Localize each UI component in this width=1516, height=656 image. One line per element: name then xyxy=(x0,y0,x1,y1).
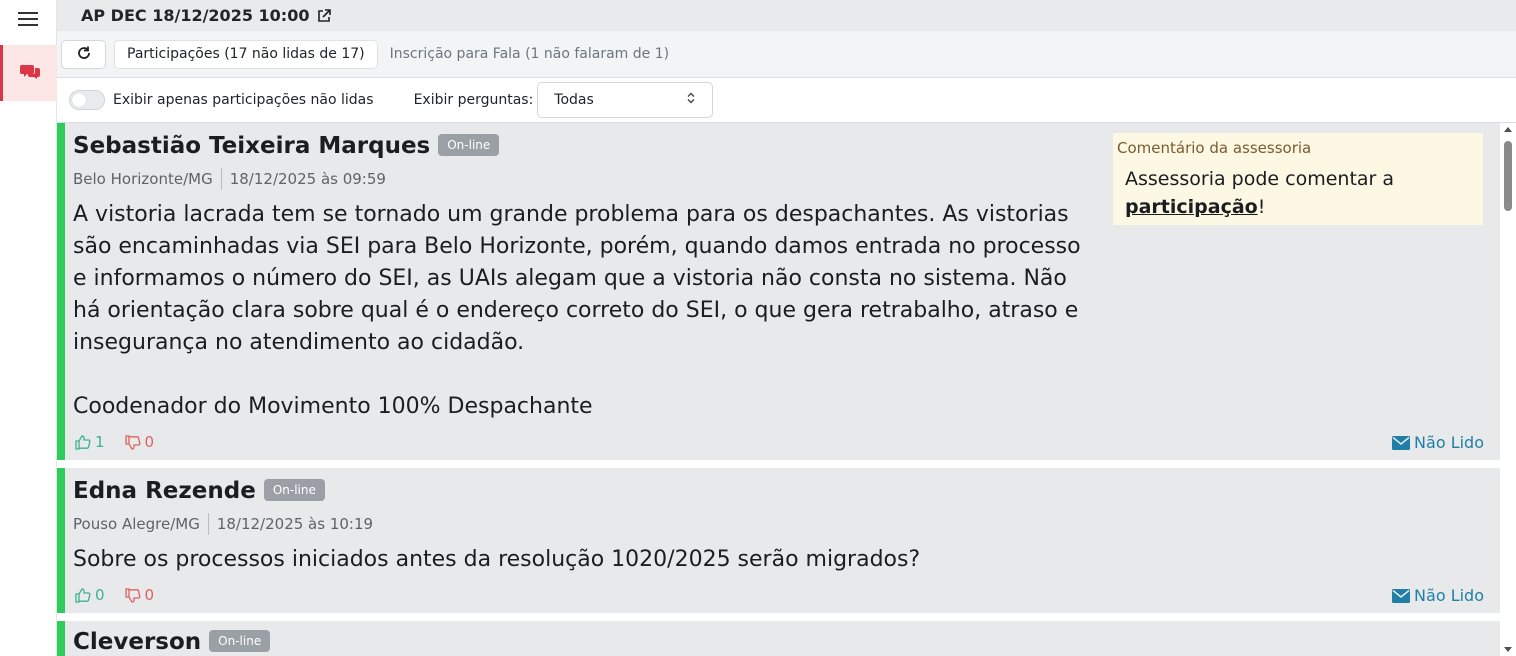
questions-filter-value: Todas xyxy=(554,92,594,108)
advisory-comment-text: Assessoria pode comentar a participação! xyxy=(1125,165,1475,221)
unread-only-toggle[interactable] xyxy=(69,90,105,110)
questions-filter-select[interactable]: Todas xyxy=(537,82,714,118)
participant-name-wrap: Sebastião Teixeira Marques On-line xyxy=(73,133,500,159)
page-header: AP DEC 18/12/2025 10:00 xyxy=(57,0,1516,31)
rail-item-participations[interactable] xyxy=(0,45,57,101)
envelope-icon xyxy=(1392,435,1411,450)
page-title: AP DEC 18/12/2025 10:00 xyxy=(81,6,310,25)
thumbs-up-icon xyxy=(75,434,91,450)
thumbs-down-icon xyxy=(124,434,141,450)
read-status-label: Não Lido xyxy=(1414,586,1484,605)
participant-name-wrap: Cleverson On-line xyxy=(73,629,271,655)
read-status-label: Não Lido xyxy=(1414,433,1484,452)
participant-name: Cleverson xyxy=(73,629,202,655)
like-count: 0 xyxy=(95,586,105,604)
advisory-comment-end: ! xyxy=(1257,196,1266,218)
participation-card: Sebastião Teixeira Marques On-line Belo H… xyxy=(57,123,1500,460)
advisory-comment-box: Comentário da assessoria Assessoria pode… xyxy=(1113,133,1483,225)
meta-divider xyxy=(207,513,209,535)
participant-meta: Pouso Alegre/MG 18/12/2025 às 10:19 xyxy=(73,513,373,535)
online-badge: On-line xyxy=(438,134,500,156)
participant-meta: Belo Horizonte/MG 18/12/2025 às 09:59 xyxy=(73,168,386,190)
tab-bar: Participações (17 não lidas de 17) Inscr… xyxy=(57,31,1516,78)
dislike-button[interactable]: 0 xyxy=(124,433,155,451)
participant-name: Sebastião Teixeira Marques xyxy=(73,133,431,159)
questions-filter-label: Exibir perguntas: xyxy=(413,92,534,108)
participation-text: A vistoria lacrada tem se tornado um gra… xyxy=(73,202,1081,419)
participant-name-wrap: Edna Rezende On-line xyxy=(73,478,325,504)
participation-card: Cleverson On-line xyxy=(57,621,1500,656)
advisory-comment-title: Comentário da assessoria xyxy=(1117,139,1312,157)
online-badge: On-line xyxy=(263,479,325,501)
scroll-down-arrow-icon[interactable] xyxy=(1504,647,1512,652)
tab-participations[interactable]: Participações (17 não lidas de 17) xyxy=(114,39,378,69)
mark-read-link[interactable]: Não Lido xyxy=(1392,433,1484,452)
list-scrollbar[interactable] xyxy=(1500,123,1516,656)
scroll-thumb[interactable] xyxy=(1504,141,1512,211)
left-rail xyxy=(0,0,57,656)
scroll-up-arrow-icon[interactable] xyxy=(1504,127,1512,132)
external-link-icon[interactable] xyxy=(317,8,332,23)
filter-bar: Exibir apenas participações não lidas Ex… xyxy=(57,78,1516,123)
envelope-icon xyxy=(1392,588,1411,603)
participations-list: Sebastião Teixeira Marques On-line Belo H… xyxy=(57,123,1500,656)
participation-card: Edna Rezende On-line Pouso Alegre/MG 18/1… xyxy=(57,468,1500,613)
like-count: 1 xyxy=(95,433,105,451)
participant-city: Pouso Alegre/MG xyxy=(73,515,200,533)
unread-only-label: Exibir apenas participações não lidas xyxy=(113,92,374,108)
participant-datetime: 18/12/2025 às 10:19 xyxy=(216,515,374,533)
meta-divider xyxy=(220,168,222,190)
participant-city: Belo Horizonte/MG xyxy=(73,170,213,188)
advisory-comment-body: Assessoria pode comentar a xyxy=(1125,168,1395,190)
dislike-count: 0 xyxy=(144,586,155,604)
refresh-icon xyxy=(77,45,91,64)
like-button[interactable]: 1 xyxy=(75,433,105,451)
like-button[interactable]: 0 xyxy=(75,586,105,604)
tab-speaker-registration[interactable]: Inscrição para Fala (1 não falaram de 1) xyxy=(378,40,681,69)
dislike-button[interactable]: 0 xyxy=(124,586,155,604)
participation-text: Sobre os processos iniciados antes da re… xyxy=(73,547,921,572)
chevron-up-down-icon xyxy=(686,92,696,108)
advisory-comment-link[interactable]: participação xyxy=(1125,196,1258,218)
participant-datetime: 18/12/2025 às 09:59 xyxy=(229,170,386,188)
mark-read-link[interactable]: Não Lido xyxy=(1392,586,1484,605)
thumbs-down-icon xyxy=(124,587,141,603)
hamburger-menu-icon[interactable] xyxy=(18,12,38,26)
vote-bar: 0 0 xyxy=(75,586,154,604)
thumbs-up-icon xyxy=(75,587,91,603)
participant-name: Edna Rezende xyxy=(73,478,256,504)
refresh-button[interactable] xyxy=(61,39,106,69)
online-badge: On-line xyxy=(209,630,271,652)
vote-bar: 1 0 xyxy=(75,433,154,451)
dislike-count: 0 xyxy=(144,433,155,451)
comments-icon xyxy=(20,63,40,83)
